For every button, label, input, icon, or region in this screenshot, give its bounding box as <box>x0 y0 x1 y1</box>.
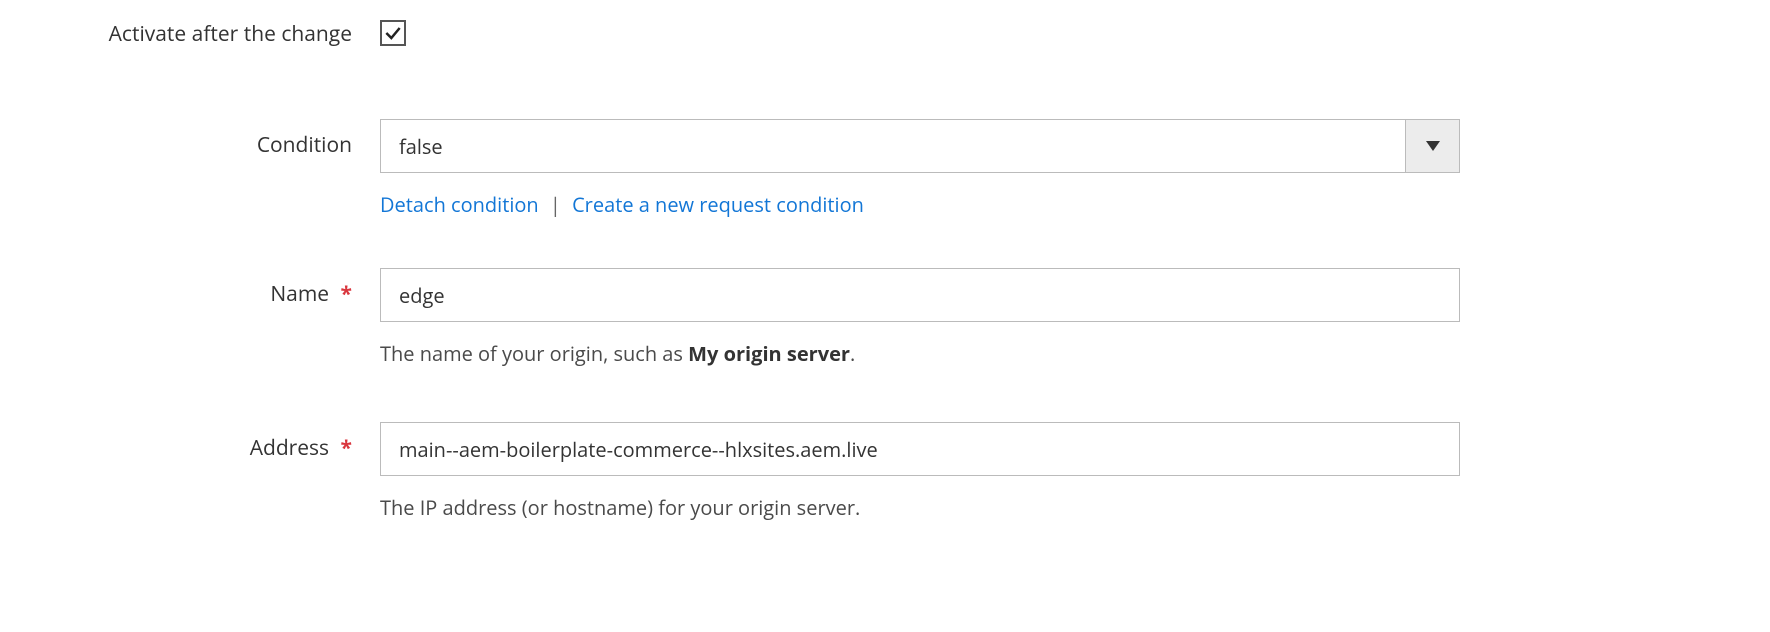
condition-select-value: false <box>381 120 1405 172</box>
address-input[interactable] <box>380 422 1460 476</box>
activate-checkbox[interactable] <box>380 20 406 46</box>
activate-row: Activate after the change <box>40 20 1730 49</box>
check-icon <box>383 23 403 43</box>
address-field: The IP address (or hostname) for your or… <box>380 422 1460 521</box>
name-help-suffix: . <box>850 340 855 367</box>
condition-select[interactable]: false <box>380 119 1460 173</box>
required-star-icon: * <box>341 280 352 308</box>
name-row: Name * The name of your origin, such as … <box>40 268 1730 367</box>
link-separator: | <box>550 191 561 218</box>
address-label: Address <box>250 434 329 462</box>
name-label-col: Name * <box>40 268 380 308</box>
condition-label: Condition <box>40 119 380 159</box>
activate-label: Activate after the change <box>40 20 380 48</box>
detach-condition-link[interactable]: Detach condition <box>380 191 539 218</box>
name-help-bold: My origin server <box>688 340 850 367</box>
address-label-col: Address * <box>40 422 380 462</box>
condition-row: Condition false Detach condition | Creat… <box>40 119 1730 218</box>
name-field: The name of your origin, such as My orig… <box>380 268 1460 367</box>
condition-select-arrow <box>1405 120 1459 172</box>
name-help: The name of your origin, such as My orig… <box>380 340 1460 367</box>
condition-field: false Detach condition | Create a new re… <box>380 119 1460 218</box>
address-row: Address * The IP address (or hostname) f… <box>40 422 1730 521</box>
name-label: Name <box>270 280 329 308</box>
create-condition-link[interactable]: Create a new request condition <box>572 191 864 218</box>
name-input[interactable] <box>380 268 1460 322</box>
caret-down-icon <box>1426 141 1440 151</box>
required-star-icon: * <box>341 434 352 462</box>
address-help: The IP address (or hostname) for your or… <box>380 494 1460 521</box>
condition-links: Detach condition | Create a new request … <box>380 191 1460 218</box>
name-help-prefix: The name of your origin, such as <box>380 340 688 367</box>
activate-field <box>380 20 1460 49</box>
